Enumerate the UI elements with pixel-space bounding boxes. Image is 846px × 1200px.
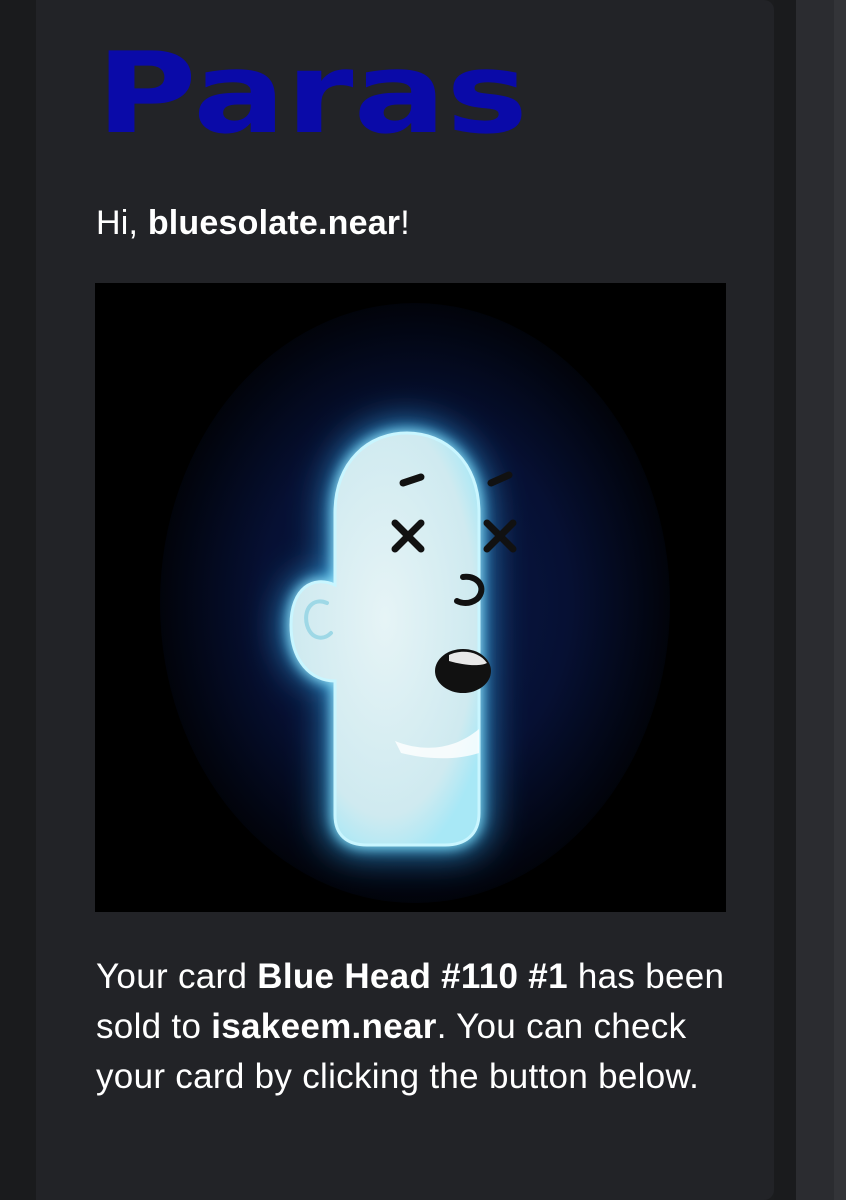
left-gutter bbox=[0, 0, 36, 1200]
message-part1: Your card bbox=[96, 957, 258, 996]
buyer-name: isakeem.near bbox=[211, 1007, 437, 1046]
mouth bbox=[435, 649, 491, 693]
greeting: Hi, bluesolate.near! bbox=[96, 204, 410, 243]
scrollbar-thumb[interactable] bbox=[834, 0, 846, 1200]
card-name: Blue Head #110 #1 bbox=[257, 957, 568, 996]
nft-image[interactable] bbox=[95, 283, 726, 912]
username: bluesolate.near bbox=[147, 204, 401, 242]
sale-message: Your card Blue Head #110 #1 has been sol… bbox=[96, 952, 736, 1102]
greeting-suffix: ! bbox=[400, 204, 410, 242]
greeting-prefix: Hi, bbox=[96, 204, 148, 242]
logo-text: Paras bbox=[96, 34, 528, 144]
paras-logo[interactable]: Paras bbox=[96, 29, 536, 159]
right-gap bbox=[774, 0, 796, 1200]
